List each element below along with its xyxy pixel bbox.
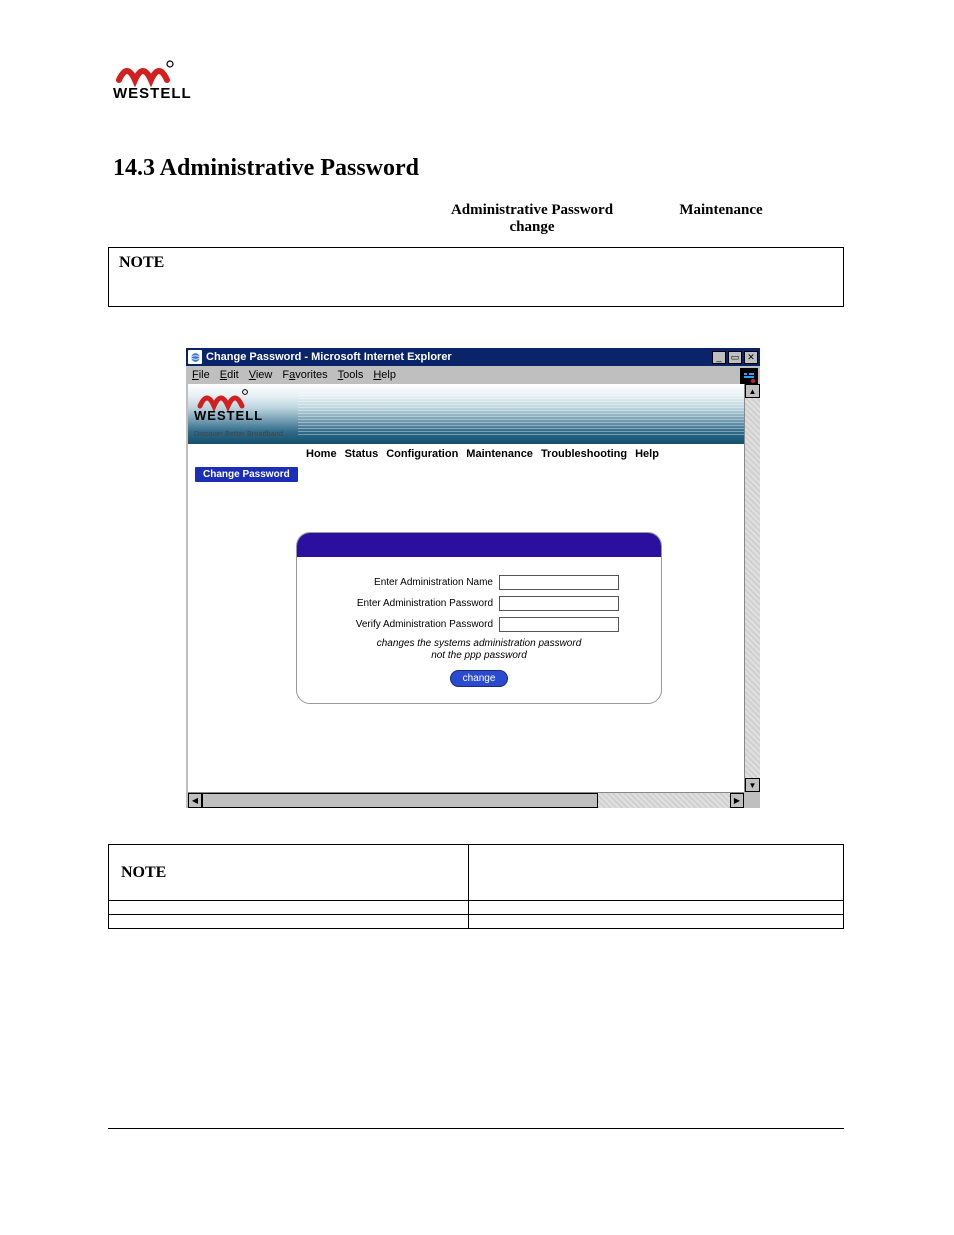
menu-favorites[interactable]: Favorites	[282, 369, 327, 381]
vertical-scrollbar[interactable]: ▲ ▼	[744, 384, 760, 792]
ie-app-icon	[188, 350, 202, 364]
note-table-value-cell-1	[469, 845, 844, 901]
scroll-up-arrow-icon[interactable]: ▲	[745, 384, 760, 398]
maximize-button[interactable]: ▭	[728, 351, 742, 364]
nav-configuration[interactable]: Configuration	[386, 448, 458, 460]
hscroll-thumb[interactable]	[202, 793, 598, 808]
note-table: NOTE	[108, 844, 844, 929]
ie-window: Change Password - Microsoft Internet Exp…	[186, 348, 760, 808]
menu-view[interactable]: View	[249, 369, 273, 381]
router-banner: WESTELL Discover Better Broadband	[188, 384, 744, 444]
menu-help[interactable]: Help	[373, 369, 396, 381]
ie-viewport: WESTELL Discover Better Broadband Home S…	[188, 384, 744, 792]
scroll-right-arrow-icon[interactable]: ▶	[730, 793, 744, 808]
page-header-logo: WESTELL	[113, 56, 203, 102]
admin-name-input[interactable]	[499, 575, 619, 590]
router-brand-text: WESTELL	[194, 408, 263, 423]
panel-header	[297, 533, 661, 557]
admin-password-label: Enter Administration Password	[357, 598, 493, 609]
note-table-label-cell: NOTE	[109, 845, 469, 901]
section-heading: 14.3 Administrative Password	[113, 155, 419, 182]
nav-home[interactable]: Home	[306, 448, 337, 460]
sidebar-change-password[interactable]: Change Password	[194, 466, 299, 483]
router-tagline: Discover Better Broadband	[194, 431, 294, 438]
menu-tools[interactable]: Tools	[338, 369, 364, 381]
footer-divider	[108, 1128, 844, 1129]
note-table-cell-3b	[469, 915, 844, 929]
note-table-cell-2a	[109, 901, 469, 915]
router-banner-logo: WESTELL Discover Better Broadband	[194, 386, 294, 438]
nav-status[interactable]: Status	[345, 448, 379, 460]
ie-menu-bar: File Edit View Favorites Tools Help	[186, 366, 760, 384]
verify-password-label: Verify Administration Password	[356, 619, 493, 630]
minimize-button[interactable]: _	[712, 351, 726, 364]
nav-troubleshooting[interactable]: Troubleshooting	[541, 448, 627, 460]
form-hint: changes the systems administration passw…	[309, 638, 649, 662]
note-table-cell-3a	[109, 915, 469, 929]
admin-name-label: Enter Administration Name	[374, 577, 493, 588]
ie-title-bar[interactable]: Change Password - Microsoft Internet Exp…	[186, 348, 760, 366]
horizontal-scrollbar[interactable]: ◀ ▶	[188, 792, 744, 808]
verify-password-input[interactable]	[499, 617, 619, 632]
change-button[interactable]: change	[450, 670, 509, 687]
svg-text:WESTELL: WESTELL	[113, 85, 192, 102]
subheading-maintenance: Maintenance	[666, 202, 776, 219]
scroll-down-arrow-icon[interactable]: ▼	[745, 778, 760, 792]
router-nav: Home Status Configuration Maintenance Tr…	[188, 444, 744, 464]
nav-help[interactable]: Help	[635, 448, 659, 460]
note-table-cell-2b	[469, 901, 844, 915]
nav-maintenance[interactable]: Maintenance	[466, 448, 533, 460]
close-button[interactable]: ✕	[744, 351, 758, 364]
menu-file[interactable]: File	[192, 369, 210, 381]
change-password-panel: Enter Administration Name Enter Administ…	[296, 532, 662, 704]
admin-password-input[interactable]	[499, 596, 619, 611]
scroll-left-arrow-icon[interactable]: ◀	[188, 793, 202, 808]
menu-edit[interactable]: Edit	[220, 369, 239, 381]
westell-logo-icon: WESTELL	[113, 56, 203, 102]
ie-window-title: Change Password - Microsoft Internet Exp…	[206, 351, 712, 363]
subheading-admin-password-change: Administrative Password change	[446, 202, 618, 236]
note-box-top: NOTE	[108, 247, 844, 307]
note-label: NOTE	[119, 254, 164, 271]
